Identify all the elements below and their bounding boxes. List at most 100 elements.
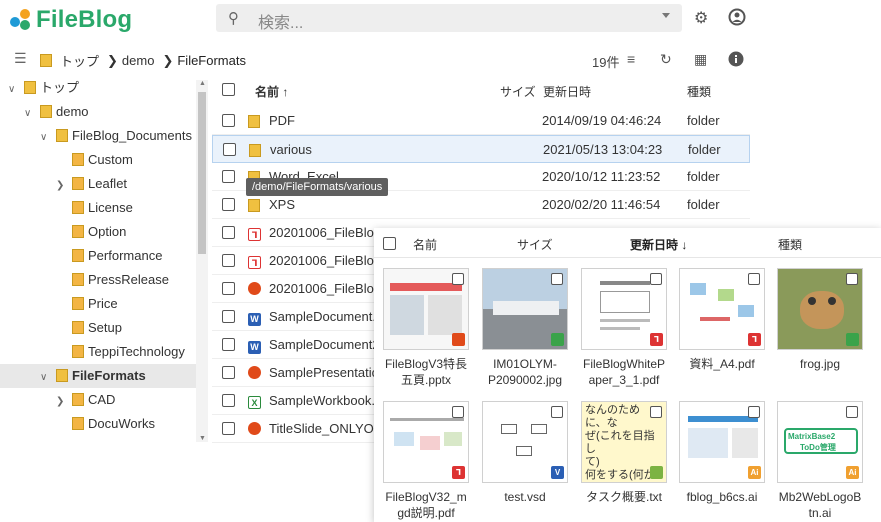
chevron-down-icon[interactable]: ∨	[40, 366, 52, 390]
tree-item[interactable]: License	[56, 196, 133, 220]
folder-icon	[248, 199, 260, 212]
tree-item[interactable]: ❯ CAD	[56, 388, 115, 412]
top-bar: FileBlog ⚲ 検索... ⚙	[0, 0, 881, 40]
grid-column-date[interactable]: 更新日時 ↓	[630, 236, 687, 253]
scroll-up-icon[interactable]: ▲	[199, 80, 206, 87]
tile-checkbox[interactable]	[452, 273, 464, 285]
thumbnail-name-line: 五頁.pptx	[400, 373, 452, 387]
row-checkbox[interactable]	[222, 338, 235, 351]
thumbnail-name: fblog_b6cs.ai	[674, 489, 770, 505]
row-checkbox[interactable]	[223, 143, 236, 156]
doc-file-icon: W	[248, 313, 261, 326]
row-checkbox[interactable]	[222, 170, 235, 183]
table-row[interactable]: PDF 2014/09/19 04:46:24 folder	[212, 107, 750, 135]
account-icon[interactable]	[728, 8, 746, 31]
tree-item-label: Custom	[88, 152, 133, 167]
column-date[interactable]: 更新日時	[543, 83, 591, 100]
thumbnail-tile[interactable]: なんのために、なぜ(これを目指して)何をする(何かをする)	[581, 401, 667, 483]
grid-column-type[interactable]: 種類	[778, 236, 802, 253]
tree-item[interactable]: Setup	[56, 316, 122, 340]
tile-checkbox[interactable]	[846, 273, 858, 285]
thumbnail-tile[interactable]: ⅂	[679, 268, 765, 350]
chevron-down-icon[interactable]: ∨	[24, 102, 36, 126]
breadcrumb-separator: ❯	[107, 52, 118, 68]
chevron-right-icon[interactable]: ❯	[56, 174, 68, 198]
thumbnail-tile[interactable]	[482, 268, 568, 350]
grid-header: 名前 サイズ 更新日時 ↓ 種類	[374, 228, 881, 258]
info-icon[interactable]	[728, 51, 744, 70]
refresh-icon[interactable]: ↻	[660, 51, 672, 68]
row-checkbox[interactable]	[222, 310, 235, 323]
table-row[interactable]: various 2021/05/13 13:04:23 folder	[212, 135, 750, 163]
column-type[interactable]: 種類	[687, 83, 711, 100]
thumbnail-tile[interactable]: ⅂	[383, 401, 469, 483]
sort-icon[interactable]: ≡	[627, 51, 635, 67]
thumbnail-tile[interactable]: ⅂	[581, 268, 667, 350]
logo-preview-line: ToDo管理	[800, 443, 836, 452]
thumbnail-tile[interactable]	[777, 268, 863, 350]
grid-select-all-checkbox[interactable]	[383, 237, 396, 250]
search-dropdown-icon[interactable]	[662, 13, 670, 18]
tree-item-label: TeppiTechnology	[88, 344, 185, 359]
tree-item-label: トップ	[40, 80, 80, 95]
tree-scrollbar[interactable]: ▲ ▼	[196, 80, 208, 442]
row-checkbox[interactable]	[222, 198, 235, 211]
app-logo[interactable]: FileBlog	[10, 6, 132, 34]
grid-column-size[interactable]: サイズ	[517, 236, 553, 253]
tile-checkbox[interactable]	[748, 273, 760, 285]
row-checkbox[interactable]	[222, 394, 235, 407]
tree-item[interactable]: PressRelease	[56, 268, 169, 292]
tree-item[interactable]: Performance	[56, 244, 162, 268]
scroll-down-icon[interactable]: ▼	[199, 435, 206, 442]
settings-icon[interactable]: ⚙	[694, 8, 708, 28]
tree-item[interactable]: ∨ demo	[24, 100, 89, 124]
tile-checkbox[interactable]	[650, 406, 662, 418]
thumbnail-name-line: FileBlogV32_m	[385, 490, 467, 504]
folder-icon	[72, 321, 84, 334]
tile-checkbox[interactable]	[650, 273, 662, 285]
scrollbar-thumb[interactable]	[198, 92, 206, 254]
select-all-checkbox[interactable]	[222, 83, 235, 96]
tree-item[interactable]: Custom	[56, 148, 133, 172]
search-input[interactable]: ⚲ 検索...	[216, 4, 682, 32]
row-checkbox[interactable]	[222, 254, 235, 267]
tile-checkbox[interactable]	[551, 406, 563, 418]
thumbnail-name: FileBlogV3特長 五頁.pptx	[378, 356, 474, 388]
tree-item[interactable]: TeppiTechnology	[56, 340, 185, 364]
row-name: 20201006_FileBlo	[269, 281, 374, 296]
tile-checkbox[interactable]	[846, 406, 858, 418]
tile-checkbox[interactable]	[551, 273, 563, 285]
tree-item[interactable]: ∨ FileFormats	[40, 364, 146, 388]
row-name: SampleDocument2	[269, 337, 380, 352]
column-size[interactable]: サイズ	[500, 83, 536, 100]
thumbnail-tile[interactable]: V	[482, 401, 568, 483]
thumbnail-tile[interactable]	[383, 268, 469, 350]
chevron-down-icon[interactable]: ∨	[40, 126, 52, 150]
menu-icon[interactable]: ☰	[14, 50, 27, 67]
tree-item[interactable]: DocuWorks	[56, 412, 155, 436]
tree-item[interactable]: ∨ トップ	[8, 76, 79, 100]
tree-item[interactable]: Price	[56, 292, 118, 316]
thumbnail-name-line: P2090002.jpg	[487, 373, 563, 387]
row-checkbox[interactable]	[222, 226, 235, 239]
column-name[interactable]: 名前 ↑	[255, 83, 288, 100]
tree-item-label: License	[88, 200, 133, 215]
grid-column-name[interactable]: 名前	[413, 236, 437, 253]
thumbnail-tile[interactable]: Ai	[679, 401, 765, 483]
chevron-right-icon[interactable]: ❯	[56, 390, 68, 414]
row-checkbox[interactable]	[222, 366, 235, 379]
breadcrumb-item-demo[interactable]: demo	[122, 53, 155, 68]
tile-checkbox[interactable]	[452, 406, 464, 418]
row-checkbox[interactable]	[222, 422, 235, 435]
breadcrumb-root[interactable]: トップ	[60, 51, 99, 70]
row-checkbox[interactable]	[222, 282, 235, 295]
chevron-down-icon[interactable]: ∨	[8, 78, 20, 102]
tree-item[interactable]: ∨ FileBlog_Documents	[40, 124, 192, 148]
tile-checkbox[interactable]	[748, 406, 760, 418]
thumbnail-tile[interactable]: MatrixBase2 ToDo管理 Ai	[777, 401, 863, 483]
row-checkbox[interactable]	[222, 114, 235, 127]
tree-item[interactable]: ❯ Leaflet	[56, 172, 127, 196]
txt-preview-line: なんのために、な	[585, 404, 640, 429]
tree-item[interactable]: Option	[56, 220, 126, 244]
grid-view-icon[interactable]: ▦	[694, 51, 707, 68]
